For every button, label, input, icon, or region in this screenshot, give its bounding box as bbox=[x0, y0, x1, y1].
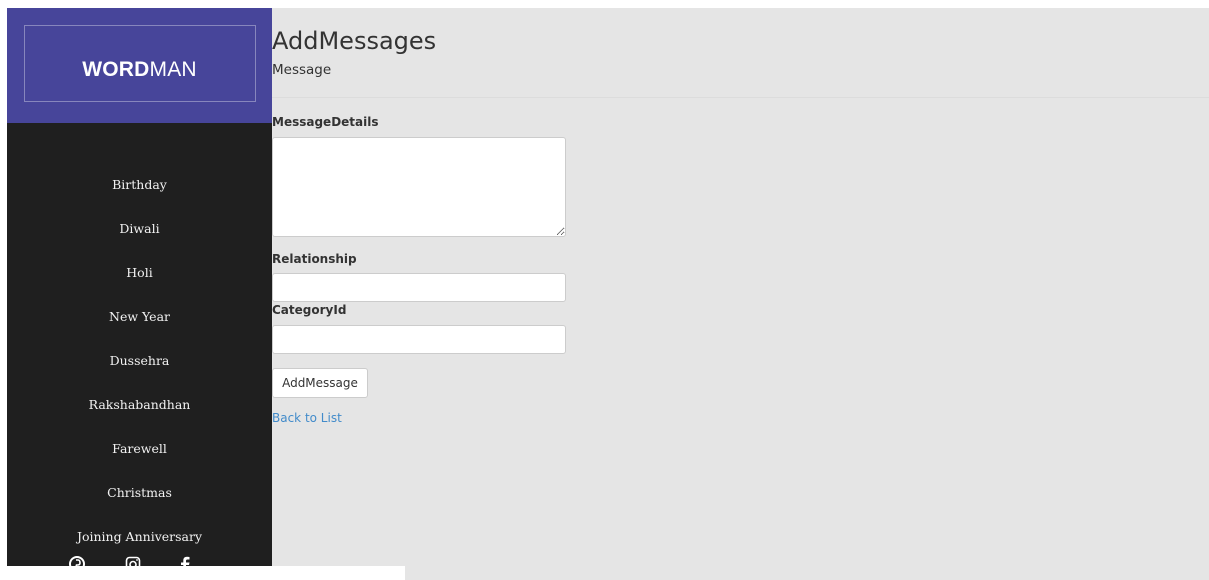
sidebar-item-christmas[interactable]: Christmas bbox=[7, 479, 272, 523]
brand-logo[interactable]: WORDMAN bbox=[7, 58, 272, 82]
sidebar-item-birthday[interactable]: Birthday bbox=[7, 171, 272, 215]
sidebar-item-farewell[interactable]: Farewell bbox=[7, 435, 272, 479]
bottom-strip bbox=[7, 566, 405, 580]
message-details-textarea[interactable] bbox=[272, 137, 566, 237]
message-details-label: MessageDetails bbox=[272, 115, 379, 129]
category-id-label: CategoryId bbox=[272, 303, 347, 317]
social-links bbox=[7, 554, 272, 566]
add-message-button[interactable]: AddMessage bbox=[272, 368, 368, 398]
sidebar-nav: Birthday Diwali Holi New Year Dussehra R… bbox=[7, 171, 272, 566]
brand-logo-bold: WORD bbox=[82, 58, 150, 81]
relationship-label: Relationship bbox=[272, 252, 357, 266]
sidebar-item-rakshabandhan[interactable]: Rakshabandhan bbox=[7, 391, 272, 435]
instagram-icon[interactable] bbox=[125, 556, 141, 566]
header-divider bbox=[272, 97, 1209, 98]
sidebar-item-diwali[interactable]: Diwali bbox=[7, 215, 272, 259]
facebook-icon[interactable] bbox=[179, 556, 191, 566]
brand-logo-light: MAN bbox=[149, 58, 197, 81]
back-to-list-link[interactable]: Back to List bbox=[272, 411, 342, 425]
category-id-input[interactable] bbox=[272, 325, 566, 354]
sidebar-item-dussehra[interactable]: Dussehra bbox=[7, 347, 272, 391]
brand-header: WORDMAN bbox=[7, 8, 272, 123]
relationship-input[interactable] bbox=[272, 273, 566, 302]
page-subtitle: Message bbox=[272, 62, 332, 78]
pinterest-icon[interactable] bbox=[69, 556, 85, 566]
sidebar-item-new-year[interactable]: New Year bbox=[7, 303, 272, 347]
sidebar-item-holi[interactable]: Holi bbox=[7, 259, 272, 303]
sidebar: WORDMAN Birthday Diwali Holi New Year Du… bbox=[7, 8, 272, 566]
page-title: AddMessages bbox=[272, 27, 437, 55]
page: WORDMAN Birthday Diwali Holi New Year Du… bbox=[0, 0, 1209, 580]
